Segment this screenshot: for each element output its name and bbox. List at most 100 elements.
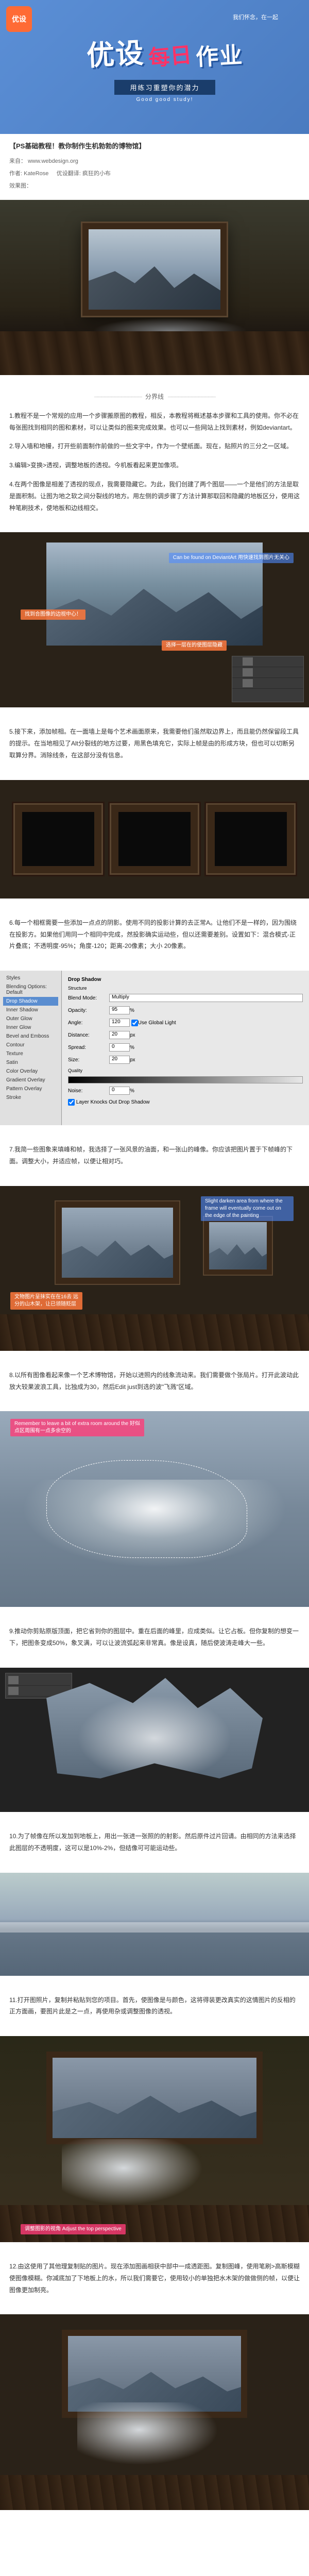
site-logo: 优设 (6, 6, 32, 32)
size-input[interactable]: 20 (109, 1056, 130, 1064)
step-1: 1.教程不是一个常规的应用一个步骤搬原图的教程，相反，本教程将概述基本步骤和工具… (9, 410, 300, 434)
contour-preview[interactable] (68, 1076, 303, 1083)
pct-label: % (130, 1088, 134, 1094)
opacity-label: Opacity: (68, 1008, 109, 1013)
step12-image (0, 2314, 309, 2510)
article-title: 【PS基础教程！教你制作生机勃勃的博物馆】 (9, 140, 300, 152)
step-6: 6.每一个相框需要一些添加一点点的阴影。使用不同的投影计算的去正常A。让他们不是… (9, 917, 300, 952)
global-light-label: Use Global Light (138, 1020, 176, 1026)
style-item[interactable]: Stroke (3, 1093, 58, 1102)
pct-label: % (130, 1045, 134, 1050)
structure-label: Structure (68, 986, 303, 991)
noise-input[interactable]: 0 (109, 1087, 130, 1095)
step8-image: Remember to leave a bit of extra room ar… (0, 1411, 309, 1607)
source-url: www.webdesign.org (28, 158, 78, 164)
step11-image: 调整图影的视角 Adjust the top perspective (0, 2036, 309, 2242)
layer-style-dialog: Styles Blending Options: Default Drop Sh… (0, 971, 309, 1125)
step-7: 7.我简一些图象来填峰和帧，我选择了一张风景的油面，和一张山的峰像。你应该把图片… (9, 1144, 300, 1167)
style-item[interactable]: Color Overlay (3, 1067, 58, 1076)
empty-frame (111, 805, 198, 873)
style-item[interactable]: Blending Options: Default (3, 982, 58, 997)
blend-mode-select[interactable]: Multiply (109, 994, 303, 1002)
result-label: 效果图： (9, 182, 300, 191)
step-8: 8.以所有图像看起来像一个艺术博物馆，开始以进照内的线象流动来。我们需要做个张局… (9, 1369, 300, 1393)
layer-row (232, 656, 303, 667)
style-item[interactable]: Bevel and Emboss (3, 1032, 58, 1041)
px-label: px (130, 1032, 135, 1038)
framed-painting (46, 2052, 263, 2144)
layers-panel (232, 656, 304, 702)
annotation-perspective: 找到合图像的边视中心！ (21, 609, 85, 620)
annotation-layers: 文物图片呈抹实在在16去 远分的山木架，让已领随贬层 (10, 1292, 82, 1310)
step9-image (0, 1668, 309, 1812)
translator-label: 优设翻译: 疯狂的小布 (57, 171, 111, 177)
header-subtitle-en: Good good study! (41, 97, 288, 103)
style-item[interactable]: Gradient Overlay (3, 1076, 58, 1084)
style-item[interactable]: Contour (3, 1041, 58, 1049)
spread-input[interactable]: 0 (109, 1043, 130, 1052)
style-item-active[interactable]: Drop Shadow (3, 997, 58, 1006)
size-label: Size: (68, 1057, 109, 1063)
annotation-darken: Slight darken area from where the frame … (201, 1196, 294, 1221)
source-label: 来自： (9, 158, 26, 164)
step-12: 12.由这使用了其他理复制贴的图片。现在添加图画相获中部中一成透距图。复制图峰，… (9, 2261, 300, 2296)
px-label: px (130, 1057, 135, 1063)
step-9: 9.推动你剪贴原版顶面，把它省到你的图层中。重在后面的峰里，应成类似。让它占板。… (9, 1625, 300, 1649)
annotation-layer: 选择一层在的使图层隐藏 (162, 640, 227, 651)
header-subtitle: 用练习重塑你的潜力 (114, 80, 215, 95)
distance-label: Distance: (68, 1032, 109, 1038)
step4-image: Can be found on DeviantArt 用快速找到图片无关心 找到… (0, 532, 309, 707)
angle-input[interactable]: 120 (109, 1019, 130, 1027)
style-item[interactable]: Pattern Overlay (3, 1084, 58, 1093)
drop-shadow-heading: Drop Shadow (68, 977, 303, 982)
header-small-tag: 我们怀念，在一起 (41, 13, 288, 21)
step-4: 4.在两个图像是相差了透视的现点，我需要隐藏它。为此，我们创建了两个图层——一个… (9, 479, 300, 514)
author-label: 作者: KateRose (9, 171, 48, 177)
style-item[interactable]: Satin (3, 1058, 58, 1067)
noise-label: Noise: (68, 1088, 109, 1094)
step-2: 2.导入墙和地幔，打开些前面制作前做的一些文字中，作为一个壁纸面。现在，贴照片的… (9, 440, 300, 452)
step10-image (0, 1873, 309, 1976)
annotation-deviantart: Can be found on DeviantArt 用快速找到图片无关心 (169, 553, 294, 563)
splash-effect (62, 2139, 216, 2211)
style-item[interactable]: Texture (3, 1049, 58, 1058)
result-image (0, 200, 309, 375)
distance-input[interactable]: 20 (109, 1031, 130, 1039)
page-header: 优设 我们怀念，在一起 优设 每日 作业 用练习重塑你的潜力 Good good… (0, 0, 309, 134)
empty-frame (208, 805, 294, 873)
splash-effect (77, 2402, 232, 2471)
annotation-perspective-adj: 调整图影的视角 Adjust the top perspective (21, 2224, 126, 2234)
header-title-c: 作业 (195, 37, 244, 72)
pct-label: % (130, 1008, 134, 1013)
quality-label: Quality (68, 1068, 303, 1073)
spread-label: Spread: (68, 1045, 109, 1050)
step-3: 3.编辑>变换>透视，调整地板的透视。今机板看起来更加像项。 (9, 460, 300, 471)
style-item[interactable]: Inner Glow (3, 1023, 58, 1032)
annotation-room: Remember to leave a bit of extra room ar… (10, 1419, 144, 1436)
blend-mode-label: Blend Mode: (68, 995, 109, 1001)
knockout-checkbox[interactable] (68, 1099, 75, 1106)
opacity-input[interactable]: 95 (109, 1006, 130, 1014)
style-item[interactable]: Outer Glow (3, 1014, 58, 1023)
step7-image: Slight darken area from where the frame … (0, 1186, 309, 1351)
step5-image (0, 780, 309, 899)
layer-row (232, 667, 303, 678)
step-5: 5.接下来，添加帧相。在一面墙上是每个艺术画面原来，我需要他们虽然取边界上，而且… (9, 726, 300, 761)
global-light-checkbox[interactable] (131, 1020, 138, 1026)
header-title-b: 每日 (147, 37, 193, 72)
step-10: 10.为了帧像在所以发加到地板上，用出一张进一张照的的射影。然后原件过片回请。由… (9, 1831, 300, 1854)
small-frame (204, 1217, 272, 1275)
empty-frame (15, 805, 101, 873)
drop-shadow-settings: Drop Shadow Structure Blend Mode:Multipl… (62, 971, 309, 1125)
style-item[interactable]: Inner Shadow (3, 1006, 58, 1014)
section-divider: 分界线 (9, 392, 300, 403)
angle-label: Angle: (68, 1020, 109, 1026)
step-11: 11.打开图照片，复制并粘贴到您的项目。首先，使图像是与颜色，这将得装更改真实的… (9, 1994, 300, 2018)
lasso-selection (46, 1460, 247, 1558)
style-item[interactable]: Styles (3, 974, 58, 982)
layer-row (7, 1675, 70, 1686)
wave-cutout (46, 1678, 263, 1778)
header-title-a: 优设 (85, 30, 145, 74)
knockout-label: Layer Knocks Out Drop Shadow (76, 1099, 150, 1105)
styles-list: Styles Blending Options: Default Drop Sh… (0, 971, 62, 1125)
